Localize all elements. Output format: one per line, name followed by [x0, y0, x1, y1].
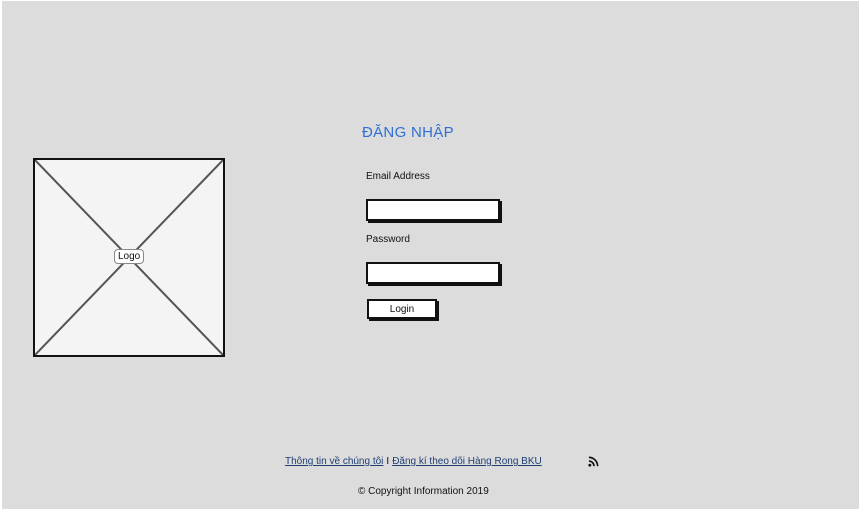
login-title: ĐĂNG NHẬP [362, 124, 454, 141]
email-label: Email Address [366, 171, 430, 182]
copyright-text: © Copyright Information 2019 [358, 486, 489, 497]
footer-separator: I [386, 456, 390, 467]
about-us-link[interactable]: Thông tin về chúng tôi [285, 456, 383, 467]
footer-links: Thông tin về chúng tôi I Đăng kí theo dõi … [285, 456, 542, 467]
email-field[interactable] [366, 199, 500, 221]
password-field[interactable] [366, 262, 500, 284]
page-canvas: Logo ĐĂNG NHẬP Email Address Password Lo… [2, 1, 859, 509]
rss-icon[interactable] [588, 456, 599, 467]
logo-label: Logo [114, 249, 145, 264]
login-button[interactable]: Login [367, 299, 437, 319]
password-label: Password [366, 234, 410, 245]
subscribe-link[interactable]: Đăng kí theo dõi Hàng Rong BKU [392, 456, 542, 467]
